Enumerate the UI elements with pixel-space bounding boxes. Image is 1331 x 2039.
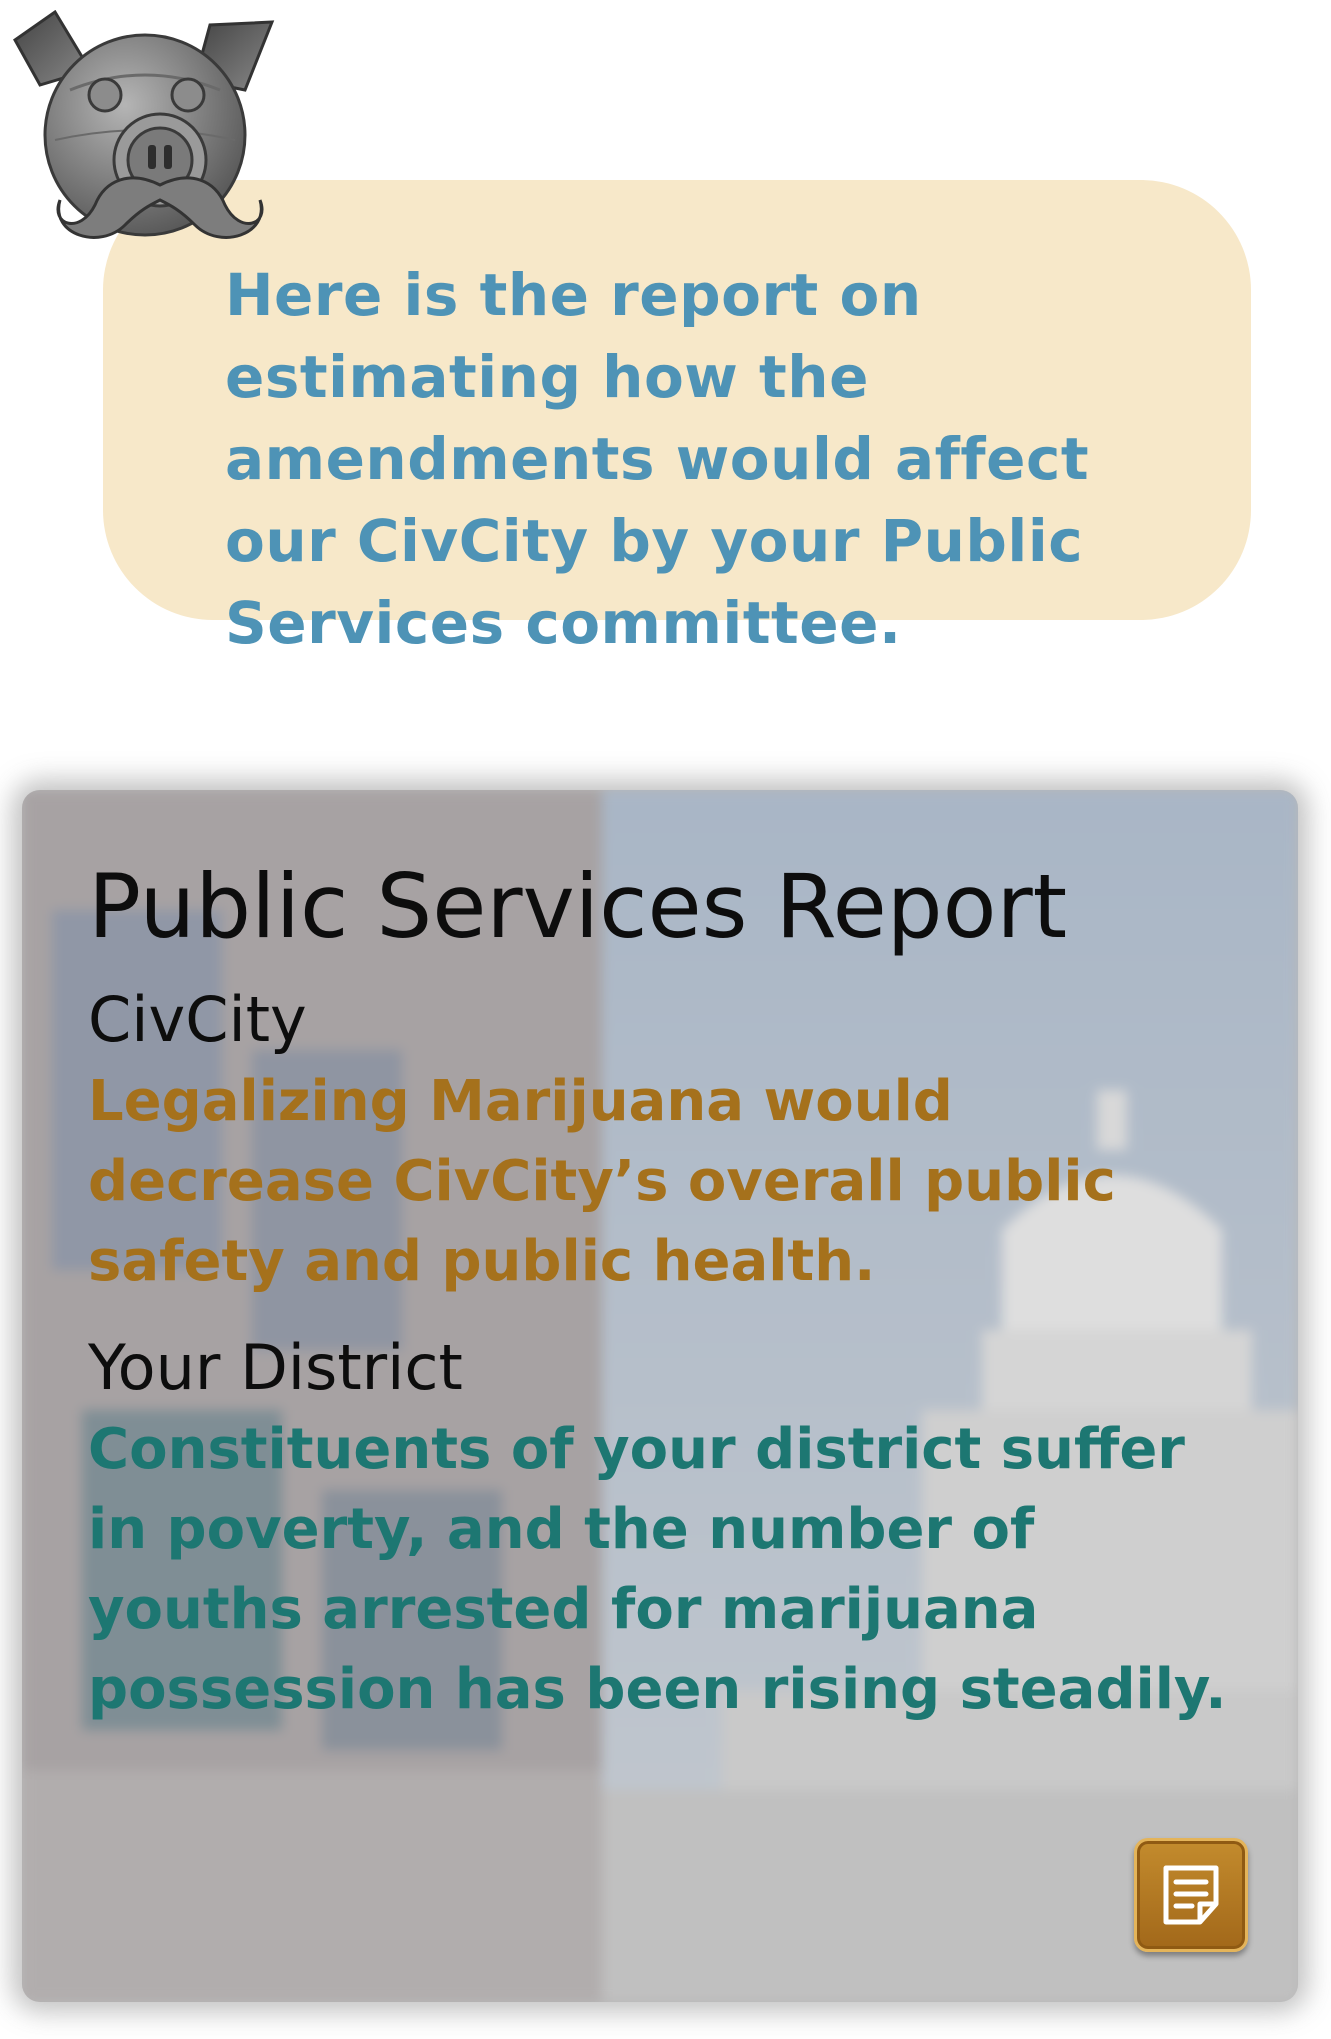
- report-content: Public Services Report CivCity Legalizin…: [88, 852, 1248, 1730]
- dialog-message: Here is the report on estimating how the…: [225, 261, 1090, 657]
- robot-pig-mascot-icon: [10, 9, 280, 250]
- notes-button[interactable]: [1134, 1838, 1248, 1952]
- report-card: Public Services Report CivCity Legalizin…: [22, 790, 1298, 2002]
- civcity-text: Legalizing Marijuana would decrease CivC…: [88, 1069, 1116, 1294]
- district-text: Constituents of your district suffer in …: [88, 1417, 1227, 1722]
- report-title: Public Services Report: [88, 855, 1068, 958]
- game-screen: Here is the report on estimating how the…: [0, 0, 1331, 2039]
- civcity-heading: CivCity: [88, 983, 307, 1056]
- district-heading: Your District: [88, 1331, 463, 1404]
- notes-icon: [1163, 1865, 1219, 1925]
